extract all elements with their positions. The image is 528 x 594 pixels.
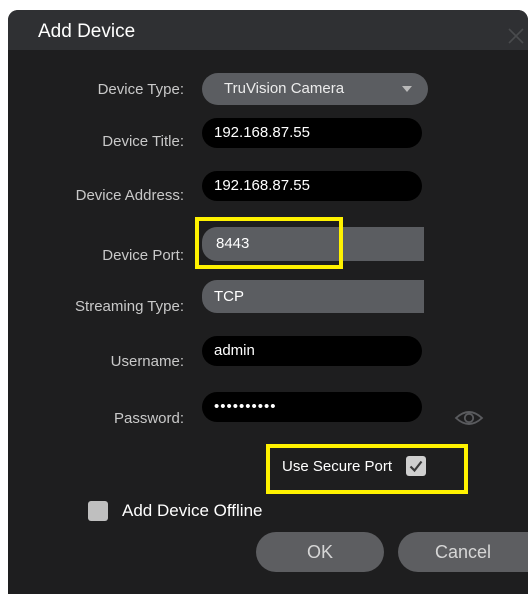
- streaming-type-field[interactable]: TCP: [202, 280, 424, 313]
- password-label: Password:: [113, 410, 184, 427]
- use-secure-port-label: Use Secure Port: [282, 457, 393, 475]
- cancel-button[interactable]: Cancel: [398, 532, 528, 572]
- add-device-offline-label: Add Device Offline: [122, 501, 263, 520]
- ok-button[interactable]: OK: [256, 532, 384, 572]
- device-port-label: Device Port:: [102, 247, 184, 264]
- checkmark-icon: [409, 460, 423, 473]
- add-device-offline-checkbox[interactable]: [88, 501, 108, 521]
- username-input[interactable]: admin: [202, 336, 422, 366]
- add-device-offline-option[interactable]: Add Device Offline: [88, 500, 262, 522]
- eye-icon[interactable]: [454, 408, 484, 428]
- device-title-input[interactable]: 192.168.87.55: [202, 118, 422, 148]
- device-address-label: Device Address:: [75, 187, 184, 204]
- dialog-titlebar: Add Device: [8, 10, 528, 50]
- dialog-title: Add Device: [38, 21, 136, 42]
- chevron-down-icon: [402, 86, 412, 92]
- device-type-label: Device Type:: [97, 81, 184, 98]
- device-address-input[interactable]: 192.168.87.55: [202, 171, 422, 201]
- close-icon[interactable]: [506, 26, 526, 46]
- use-secure-port-option[interactable]: Use Secure Port: [282, 454, 427, 478]
- device-type-value: TruVision Camera: [224, 80, 345, 97]
- use-secure-port-checkbox[interactable]: [406, 456, 427, 476]
- add-device-dialog: Add Device Device Type: TruVision Camera…: [8, 10, 528, 594]
- username-label: Username:: [110, 353, 184, 370]
- password-input[interactable]: ••••••••••: [202, 392, 422, 422]
- device-port-highlight: [195, 217, 343, 269]
- device-type-dropdown[interactable]: TruVision Camera: [202, 73, 428, 105]
- streaming-type-label: Streaming Type:: [75, 298, 184, 315]
- device-title-label: Device Title:: [102, 133, 184, 150]
